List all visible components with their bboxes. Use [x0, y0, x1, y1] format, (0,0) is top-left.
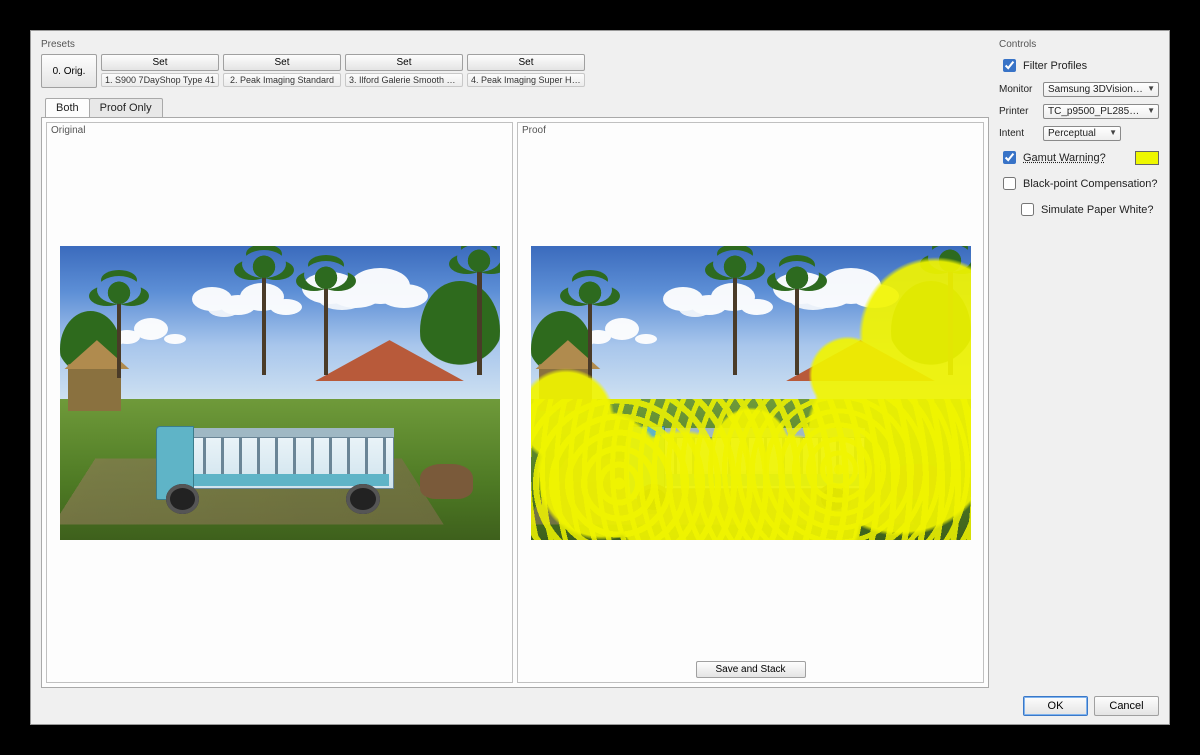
gamut-warning-checkbox[interactable] — [1003, 151, 1016, 164]
controls-panel: Controls Filter Profiles Monitor Samsung… — [999, 39, 1159, 688]
intent-row: Intent Perceptual — [999, 126, 1159, 141]
cancel-button[interactable]: Cancel — [1094, 696, 1159, 716]
original-title: Original — [51, 125, 508, 136]
main-row: Presets 0. Orig. Set 1. S900 7DayShop Ty… — [41, 39, 1159, 688]
preset-set-button-1[interactable]: Set — [101, 54, 219, 71]
preset-block-4: Set 4. Peak Imaging Super High Gloss — [467, 54, 585, 88]
monitor-select[interactable]: Samsung 3DVision (Spyder — [1043, 82, 1159, 97]
monitor-row: Monitor Samsung 3DVision (Spyder — [999, 82, 1159, 97]
original-panel: Original — [46, 122, 513, 683]
intent-select[interactable]: Perceptual — [1043, 126, 1121, 141]
controls-title: Controls — [999, 39, 1159, 50]
paper-white-checkbox[interactable] — [1021, 203, 1034, 216]
preset-orig-button[interactable]: 0. Orig. — [41, 54, 97, 88]
presets-row: 0. Orig. Set 1. S900 7DayShop Type 41 Se… — [41, 54, 989, 88]
ok-button[interactable]: OK — [1023, 696, 1088, 716]
tabs: Both Proof Only — [41, 98, 989, 118]
printer-row: Printer TC_p9500_PL285_2880_2 — [999, 104, 1159, 119]
proof-panel: Proof — [517, 122, 984, 683]
bpc-row: Black-point Compensation? — [999, 174, 1159, 193]
preset-block-2: Set 2. Peak Imaging Standard — [223, 54, 341, 88]
presets-title: Presets — [41, 39, 989, 50]
preset-orig-block: 0. Orig. — [41, 54, 97, 88]
preset-block-1: Set 1. S900 7DayShop Type 41 — [101, 54, 219, 88]
gamut-warning-label[interactable]: Gamut Warning? — [1023, 152, 1106, 164]
preset-set-button-3[interactable]: Set — [345, 54, 463, 71]
proof-image-area — [522, 138, 979, 655]
tab-proof-only[interactable]: Proof Only — [89, 98, 163, 118]
preset-label-4[interactable]: 4. Peak Imaging Super High Gloss — [467, 73, 585, 87]
dialog-footer: OK Cancel — [41, 688, 1159, 716]
bpc-checkbox[interactable] — [1003, 177, 1016, 190]
intent-label: Intent — [999, 128, 1039, 139]
tab-both[interactable]: Both — [45, 98, 90, 118]
filter-profiles-label: Filter Profiles — [1023, 60, 1087, 72]
printer-label: Printer — [999, 106, 1039, 117]
preset-label-3[interactable]: 3. Ilford Galerie Smooth Gloss — [345, 73, 463, 87]
preset-set-button-2[interactable]: Set — [223, 54, 341, 71]
filter-profiles-checkbox[interactable] — [1003, 59, 1016, 72]
monitor-label: Monitor — [999, 84, 1039, 95]
preset-orig-label: 0. Orig. — [53, 66, 86, 77]
original-image[interactable] — [60, 246, 500, 540]
paper-white-label: Simulate Paper White? — [1041, 204, 1154, 216]
gamut-row: Gamut Warning? — [999, 148, 1159, 167]
left-column: Presets 0. Orig. Set 1. S900 7DayShop Ty… — [41, 39, 989, 688]
filter-profiles-row: Filter Profiles — [999, 56, 1159, 75]
printer-select[interactable]: TC_p9500_PL285_2880_2 — [1043, 104, 1159, 119]
save-row: Save and Stack — [522, 655, 979, 680]
preset-set-button-4[interactable]: Set — [467, 54, 585, 71]
preset-label-1[interactable]: 1. S900 7DayShop Type 41 — [101, 73, 219, 87]
preset-block-3: Set 3. Ilford Galerie Smooth Gloss — [345, 54, 463, 88]
presets-group: Presets 0. Orig. Set 1. S900 7DayShop Ty… — [41, 39, 989, 98]
gamut-color-swatch[interactable] — [1135, 151, 1159, 165]
proof-title: Proof — [522, 125, 979, 136]
save-and-stack-button[interactable]: Save and Stack — [696, 661, 806, 678]
original-image-area — [51, 138, 508, 680]
tab-panel: Original — [41, 117, 989, 688]
bpc-label: Black-point Compensation? — [1023, 178, 1158, 190]
soft-proof-dialog: Presets 0. Orig. Set 1. S900 7DayShop Ty… — [30, 30, 1170, 725]
preset-label-2[interactable]: 2. Peak Imaging Standard — [223, 73, 341, 87]
panel-row: Original — [46, 122, 984, 683]
paper-white-row: Simulate Paper White? — [1017, 200, 1159, 219]
proof-image[interactable] — [531, 246, 971, 540]
